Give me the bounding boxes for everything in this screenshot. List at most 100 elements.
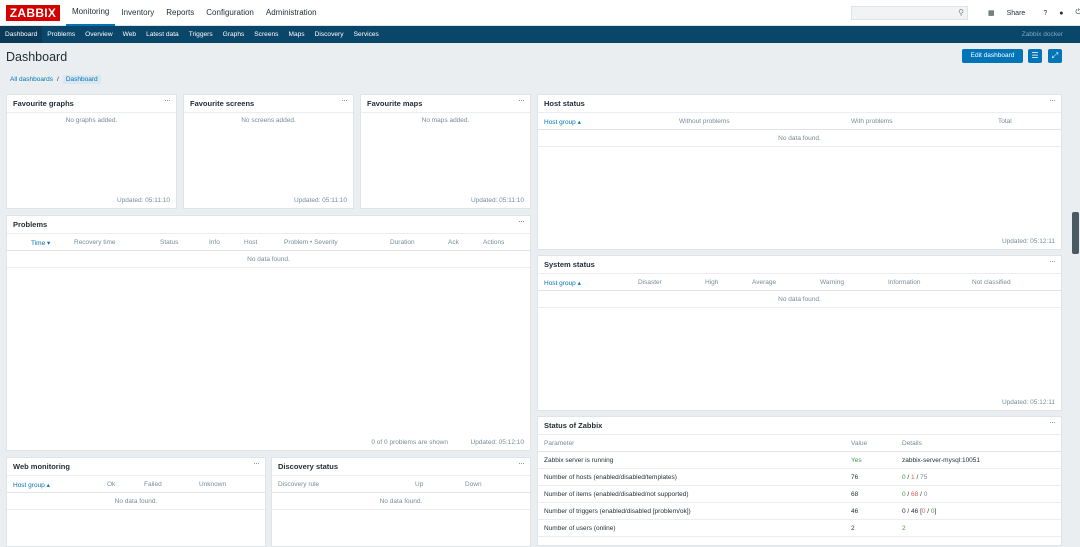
sub-menu: Dashboard Problems Overview Web Latest d… <box>0 26 1080 43</box>
page-scrollbar[interactable] <box>1072 212 1079 254</box>
widget-menu-icon[interactable]: ··· <box>164 95 171 105</box>
power-icon[interactable]: ⏻ <box>1075 9 1080 17</box>
empty-message: No data found. <box>247 256 290 263</box>
widget-menu-icon[interactable]: ··· <box>1049 95 1056 105</box>
col-time[interactable]: Time ▾ <box>31 239 50 247</box>
widget-title: Problems <box>13 220 48 229</box>
details-cell: zabbix-server-mysql:10051 <box>902 457 981 464</box>
submenu-overview[interactable]: Overview <box>80 26 117 43</box>
widget-title: Host status <box>544 99 585 108</box>
widget-favourite-maps: Favourite maps ··· No maps added. Update… <box>360 94 531 209</box>
widget-header: Host status ··· <box>538 95 1061 113</box>
col-host-group[interactable]: Host group ▴ <box>13 481 50 489</box>
widget-menu-icon[interactable]: ··· <box>518 95 525 105</box>
widget-menu-icon[interactable]: ··· <box>1049 417 1056 427</box>
submenu-maps[interactable]: Maps <box>283 26 309 43</box>
submenu-graphs[interactable]: Graphs <box>218 26 250 43</box>
menu-reports[interactable]: Reports <box>160 0 200 26</box>
widget-title: Status of Zabbix <box>544 421 603 430</box>
col-ok: Ok <box>107 481 116 488</box>
zabbix-logo[interactable]: ZABBIX <box>6 5 60 21</box>
empty-message: No maps added. <box>421 117 470 124</box>
submenu-services[interactable]: Services <box>349 26 384 43</box>
templates-count: 75 <box>920 474 928 481</box>
param-cell: Number of users (online) <box>544 525 616 532</box>
search-icon[interactable]: ⚲ <box>958 8 964 17</box>
widget-menu-icon[interactable]: ··· <box>341 95 348 105</box>
widget-menu-icon[interactable]: ··· <box>518 216 525 226</box>
col-actions: Actions <box>483 239 505 246</box>
breadcrumb-separator: / <box>57 76 59 83</box>
widget-status-of-zabbix: Status of Zabbix ··· Parameter Value Det… <box>537 416 1062 546</box>
value-cell: Yes <box>851 457 862 464</box>
col-host: Host <box>244 239 258 246</box>
widget-menu-icon[interactable]: ··· <box>253 458 260 468</box>
widget-title: Favourite screens <box>190 99 255 108</box>
widget-menu-icon[interactable]: ··· <box>518 458 525 468</box>
menu-inventory[interactable]: Inventory <box>115 0 160 26</box>
col-information: Information <box>888 279 921 286</box>
empty-message: No screens added. <box>241 117 296 124</box>
updated-time: Updated: 05:11:10 <box>293 197 347 204</box>
col-with-problems: With problems <box>851 118 893 125</box>
widget-problems: Problems ··· Time ▾ Recovery time Status… <box>6 215 531 451</box>
main-menu: Monitoring Inventory Reports Configurati… <box>66 0 323 26</box>
col-recovery-time: Recovery time <box>74 239 116 246</box>
submenu-problems[interactable]: Problems <box>42 26 80 43</box>
top-bar: ZABBIX Monitoring Inventory Reports Conf… <box>0 0 1080 26</box>
param-cell: Zabbix server is running <box>544 457 614 464</box>
col-duration: Duration <box>390 239 415 246</box>
empty-message: No data found. <box>778 296 821 303</box>
table-row: No data found. <box>538 130 1061 147</box>
details-cell: 2 <box>902 525 906 532</box>
dashboard-list-icon[interactable]: ☰ <box>1028 49 1042 63</box>
table-header: Host group ▴ Ok Failed Unknown <box>7 476 265 493</box>
edit-dashboard-button[interactable]: Edit dashboard <box>962 49 1023 63</box>
col-value: Value <box>851 440 868 447</box>
widget-header: Favourite screens ··· <box>184 95 353 113</box>
submenu-web[interactable]: Web <box>118 26 141 43</box>
param-cell: Number of items (enabled/disabled/not su… <box>544 491 689 498</box>
widget-header: Favourite graphs ··· <box>7 95 176 113</box>
submenu-screens[interactable]: Screens <box>249 26 283 43</box>
empty-message: No graphs added. <box>65 117 118 124</box>
table-row: No data found. <box>7 493 265 510</box>
widget-header: System status ··· <box>538 256 1061 274</box>
share-icon: ▦ <box>988 10 995 17</box>
user-icon[interactable]: ● <box>1059 10 1063 17</box>
widget-menu-icon[interactable]: ··· <box>1049 256 1056 266</box>
bracket: ] <box>934 508 937 515</box>
widget-title: Discovery status <box>278 462 339 471</box>
table-row: Zabbix server is running Yes zabbix-serv… <box>538 452 1061 469</box>
col-disaster: Disaster <box>638 279 662 286</box>
table-row: Number of users (online) 2 2 <box>538 520 1061 537</box>
share-button[interactable]: ▦ Share <box>982 9 1031 17</box>
fullscreen-icon[interactable]: ⤢ <box>1048 49 1062 63</box>
updated-time: Updated: 05:11:10 <box>470 197 524 204</box>
table-row: Number of hosts (enabled/disabled/templa… <box>538 469 1061 486</box>
page-header: Dashboard Edit dashboard ☰ ⤢ <box>0 43 1080 69</box>
col-without-problems: Without problems <box>679 118 730 125</box>
empty-message: No data found. <box>379 498 423 505</box>
submenu-dashboard[interactable]: Dashboard <box>0 26 43 43</box>
value-cell: 68 <box>851 491 859 498</box>
help-button[interactable]: ? <box>1043 10 1047 17</box>
col-host-group[interactable]: Host group ▴ <box>544 279 581 287</box>
search-input[interactable]: ⚲ <box>851 6 968 20</box>
col-host-group[interactable]: Host group ▴ <box>544 118 581 126</box>
widget-system-status: System status ··· Host group ▴ Disaster … <box>537 255 1062 411</box>
col-problem-severity: Problem • Severity <box>284 239 338 246</box>
breadcrumb-all-dashboards[interactable]: All dashboards <box>10 76 53 83</box>
table-row: No data found. <box>7 251 530 268</box>
widget-header: Problems ··· <box>7 216 530 234</box>
menu-administration[interactable]: Administration <box>260 0 323 26</box>
submenu-triggers[interactable]: Triggers <box>184 26 218 43</box>
submenu-latest-data[interactable]: Latest data <box>141 26 184 43</box>
menu-configuration[interactable]: Configuration <box>200 0 260 26</box>
menu-monitoring[interactable]: Monitoring <box>66 0 116 26</box>
breadcrumb-current[interactable]: Dashboard <box>62 75 101 84</box>
submenu-discovery[interactable]: Discovery <box>310 26 349 43</box>
table-row: No data found. <box>272 493 530 510</box>
table-row: No data found. <box>538 291 1061 308</box>
col-total: Total <box>998 118 1012 125</box>
